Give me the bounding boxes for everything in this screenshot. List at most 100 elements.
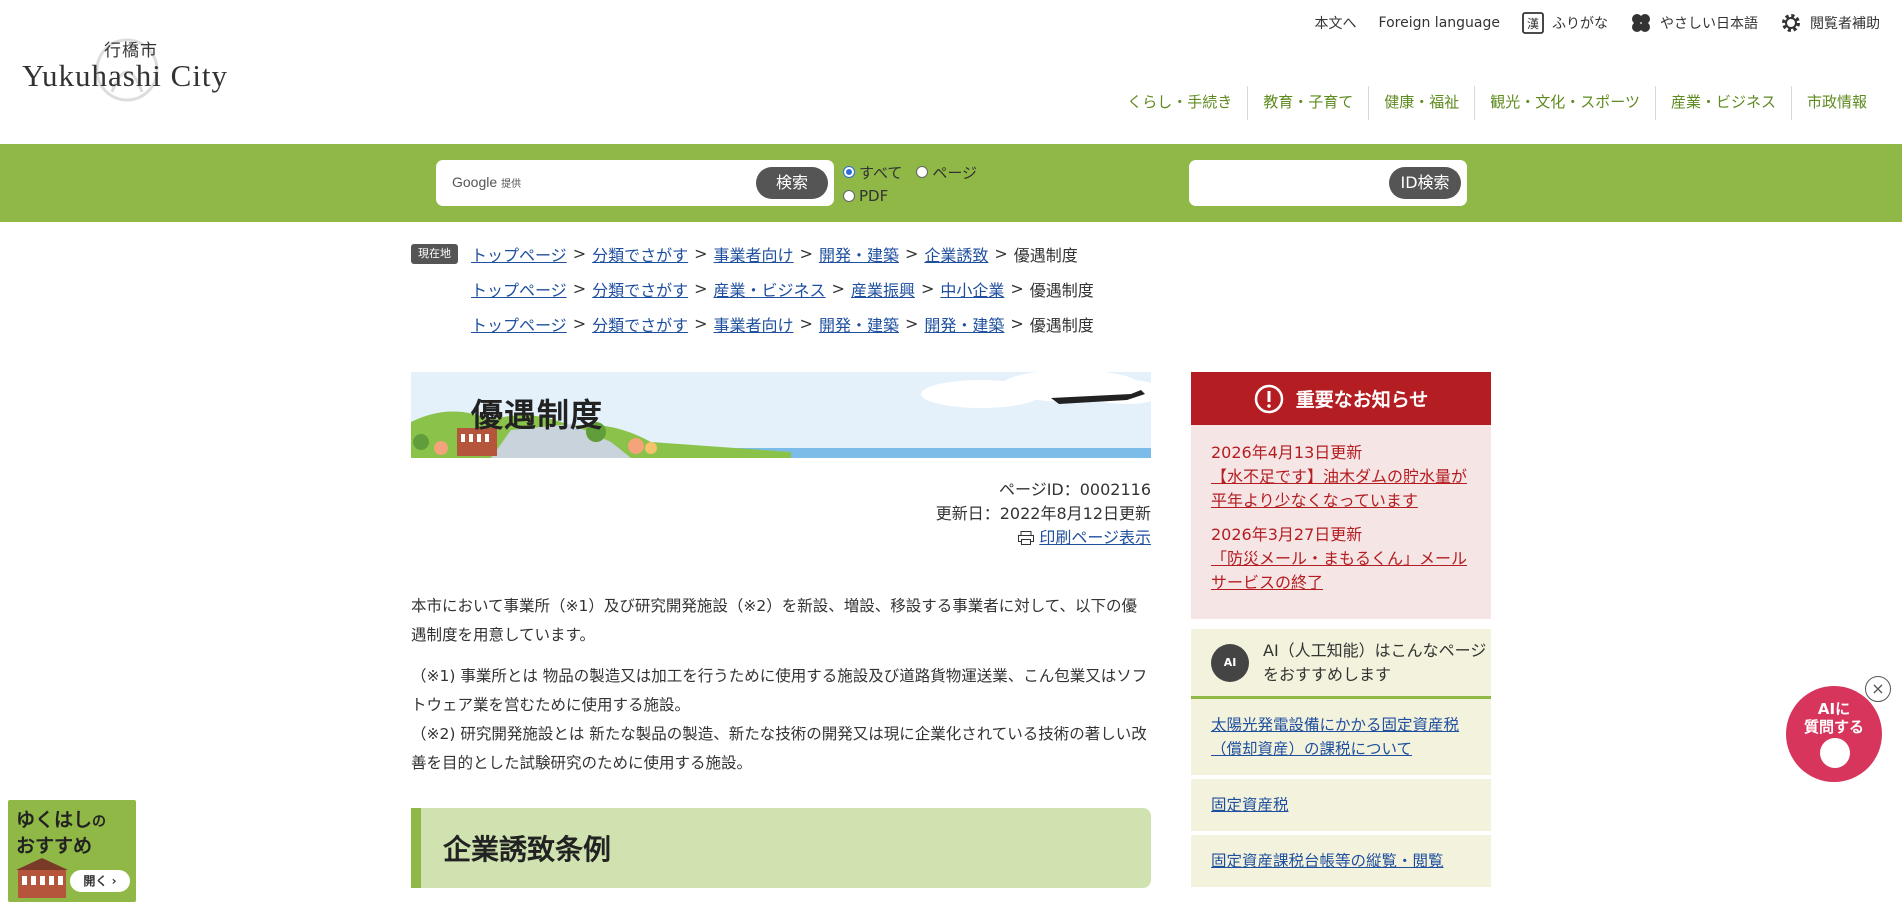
recommend-particle: の xyxy=(92,814,107,830)
recommend-widget-title: ゆくはしのおすすめ xyxy=(16,808,106,858)
crumb-link[interactable]: 産業振興 xyxy=(851,277,915,301)
nav-education[interactable]: 教育・子育て xyxy=(1247,86,1368,120)
recommend-open-label: 開く xyxy=(83,874,108,888)
page-meta: ページID：0002116 更新日：2022年8月12日更新 印刷ページ表示 xyxy=(411,478,1151,552)
scope-all-radio[interactable]: すべて xyxy=(843,162,902,183)
sidebar: 重要なお知らせ 2026年4月13日更新 【水不足です】油木ダムの貯水量が平年よ… xyxy=(1191,372,1491,891)
ai-question-button[interactable]: AIに 質問する xyxy=(1786,686,1882,782)
breadcrumb-trail: 現在地 トップページ > 分類でさがす > 事業者向け > 開発・建築 > 企業誘致 > … xyxy=(411,236,1094,271)
intro-paragraph: 本市において事業所（※1）及び研究開発施設（※2）を新設、増設、移設する事業者に… xyxy=(411,597,1137,644)
ai-recommend-title: AI（人工知能）はこんなページをおすすめします xyxy=(1263,640,1487,684)
crumb-link[interactable]: トップページ xyxy=(471,242,567,266)
global-nav: くらし・手続き 教育・子育て 健康・福祉 観光・文化・スポーツ 産業・ビジネス … xyxy=(1112,86,1882,120)
nav-living[interactable]: くらし・手続き xyxy=(1112,86,1247,120)
crumb-separator: > xyxy=(799,314,813,333)
notice-link[interactable]: 【水不足です】油木ダムの貯水量が平年より少なくなっています xyxy=(1211,465,1471,513)
nav-city-info[interactable]: 市政情報 xyxy=(1790,86,1882,120)
svg-text:漢: 漢 xyxy=(1527,17,1539,31)
scope-all-label: すべて xyxy=(859,163,903,182)
breadcrumb: 現在地 トップページ > 分類でさがす > 事業者向け > 開発・建築 > 企業誘致 > … xyxy=(411,236,1094,341)
crumb-separator: > xyxy=(572,314,587,333)
recommend-line2: おすすめ xyxy=(16,835,93,857)
crumb-link[interactable]: 中小企業 xyxy=(940,277,1004,301)
recommend-line1: ゆくはし xyxy=(16,809,93,831)
ai-recommend-link[interactable]: 固定資産税 xyxy=(1191,779,1491,835)
crumb-link[interactable]: 事業者向け xyxy=(714,312,794,336)
print-page-link[interactable]: 印刷ページ表示 xyxy=(1018,526,1151,550)
crumb-separator: > xyxy=(1010,314,1024,333)
crumb-link[interactable]: 事業者向け xyxy=(714,242,794,266)
utility-nav: 本文へ Foreign language 漢 ふりがな やさしい日本語 閲覧者補… xyxy=(1315,12,1880,34)
id-search-button[interactable]: ID検索 xyxy=(1389,167,1461,199)
close-icon[interactable]: × xyxy=(1865,676,1891,702)
important-notice-header: 重要なお知らせ xyxy=(1191,372,1491,425)
crumb-current: 優遇制度 xyxy=(1013,245,1078,265)
current-location-badge: 現在地 xyxy=(411,243,458,264)
google-label: Google xyxy=(452,174,498,190)
scope-pdf-label: PDF xyxy=(859,187,889,205)
search-button[interactable]: 検索 xyxy=(756,167,828,199)
crumb-separator: > xyxy=(572,279,587,298)
recommend-open-button[interactable]: 開く › xyxy=(70,870,130,892)
scope-page-label: ページ xyxy=(932,163,978,182)
crumb-link[interactable]: 開発・建築 xyxy=(924,312,1004,336)
crumb-separator: > xyxy=(694,279,708,298)
notice-link[interactable]: 「防災メール・まもるくん」メールサービスの終了 xyxy=(1211,547,1471,595)
nav-tourism[interactable]: 観光・文化・スポーツ xyxy=(1474,86,1655,120)
page-title: 優遇制度 xyxy=(471,396,604,434)
crumb-link[interactable]: 開発・建築 xyxy=(819,312,899,336)
crumb-link[interactable]: トップページ xyxy=(471,277,567,301)
crumb-link[interactable]: 開発・建築 xyxy=(819,242,899,266)
crumb-separator: > xyxy=(694,314,708,333)
furigana-button[interactable]: 漢 ふりがな xyxy=(1522,12,1608,34)
crumb-link[interactable]: トップページ xyxy=(471,312,567,336)
section-heading: 企業誘致条例 xyxy=(411,808,1151,888)
nav-industry[interactable]: 産業・ビジネス xyxy=(1654,86,1791,120)
foreign-language-link[interactable]: Foreign language xyxy=(1379,15,1500,31)
id-search-input[interactable]: ID検索 xyxy=(1189,160,1467,206)
footnote-1: （※1) 事業所とは 物品の製造又は加工を行うために使用する施設及び道路貨物運送… xyxy=(411,667,1148,714)
ai-recommend-header: AI AI（人工知能）はこんなページをおすすめします xyxy=(1191,629,1491,699)
notice-date: 2026年4月13日更新 xyxy=(1211,443,1363,462)
ai-question-line2: 質問する xyxy=(1803,718,1864,736)
accessibility-button[interactable]: 閲覧者補助 xyxy=(1780,12,1880,34)
yukuhashi-recommend-widget[interactable]: ゆくはしのおすすめ 開く › xyxy=(8,800,136,902)
main-content: 優遇制度 ページID：0002116 更新日：2022年8月12日更新 印刷ペー… xyxy=(411,372,1151,888)
building-icon xyxy=(16,858,68,898)
site-search-input[interactable]: Google 提供 検索 xyxy=(436,160,834,206)
easy-japanese-button[interactable]: やさしい日本語 xyxy=(1630,12,1758,34)
crumb-link[interactable]: 分類でさがす xyxy=(592,242,688,266)
accessibility-label: 閲覧者補助 xyxy=(1810,16,1880,32)
crumb-link[interactable]: 企業誘致 xyxy=(924,242,988,266)
crumb-link[interactable]: 分類でさがす xyxy=(592,312,688,336)
ai-recommend-link[interactable]: 太陽光発電設備にかかる固定資産税（償却資産）の課税について xyxy=(1191,699,1491,779)
alert-icon xyxy=(1254,384,1283,413)
crumb-separator: > xyxy=(920,279,935,298)
crumb-separator: > xyxy=(904,314,919,333)
gear-icon xyxy=(1782,14,1800,32)
furigana-label: ふりがな xyxy=(1552,16,1608,32)
crumb-current: 優遇制度 xyxy=(1029,280,1094,300)
scope-pdf-radio[interactable]: PDF xyxy=(843,187,888,205)
page-body: 本市において事業所（※1）及び研究開発施設（※2）を新設、増設、移設する事業者に… xyxy=(411,592,1151,778)
site-logo[interactable]: 行橋市 Yukuhashi City xyxy=(22,32,242,102)
page-id: ページID：0002116 xyxy=(999,480,1151,499)
ai-recommend-link[interactable]: 固定資産課税台帳等の縦覧・閲覧 xyxy=(1191,835,1491,891)
radio-checked-icon xyxy=(843,166,855,178)
crumb-link[interactable]: 産業・ビジネス xyxy=(714,277,826,301)
crumb-separator: > xyxy=(904,244,919,263)
scope-page-radio[interactable]: ページ xyxy=(916,162,977,183)
section-heading-text: 企業誘致条例 xyxy=(443,833,612,866)
skip-to-main-link[interactable]: 本文へ xyxy=(1315,13,1357,33)
ai-question-label: AIに 質問する xyxy=(1786,700,1882,736)
footnote-2: （※2) 研究開発施設とは 新たな製品の製造、新たな技術の開発又は現に企業化され… xyxy=(411,725,1147,772)
clover-icon xyxy=(1632,14,1650,32)
crumb-link[interactable]: 分類でさがす xyxy=(592,277,688,301)
crumb-current: 優遇制度 xyxy=(1029,315,1094,335)
important-notice-title: 重要なお知らせ xyxy=(1295,389,1429,411)
print-page-label: 印刷ページ表示 xyxy=(1039,528,1151,547)
nav-health[interactable]: 健康・福祉 xyxy=(1368,86,1474,120)
site-header: 行橋市 Yukuhashi City 本文へ Foreign language … xyxy=(0,0,1902,144)
foreign-language-label: Foreign language xyxy=(1378,15,1500,31)
breadcrumb-trail: トップページ > 分類でさがす > 産業・ビジネス > 産業振興 > 中小企業 > 優遇制… xyxy=(411,271,1094,306)
